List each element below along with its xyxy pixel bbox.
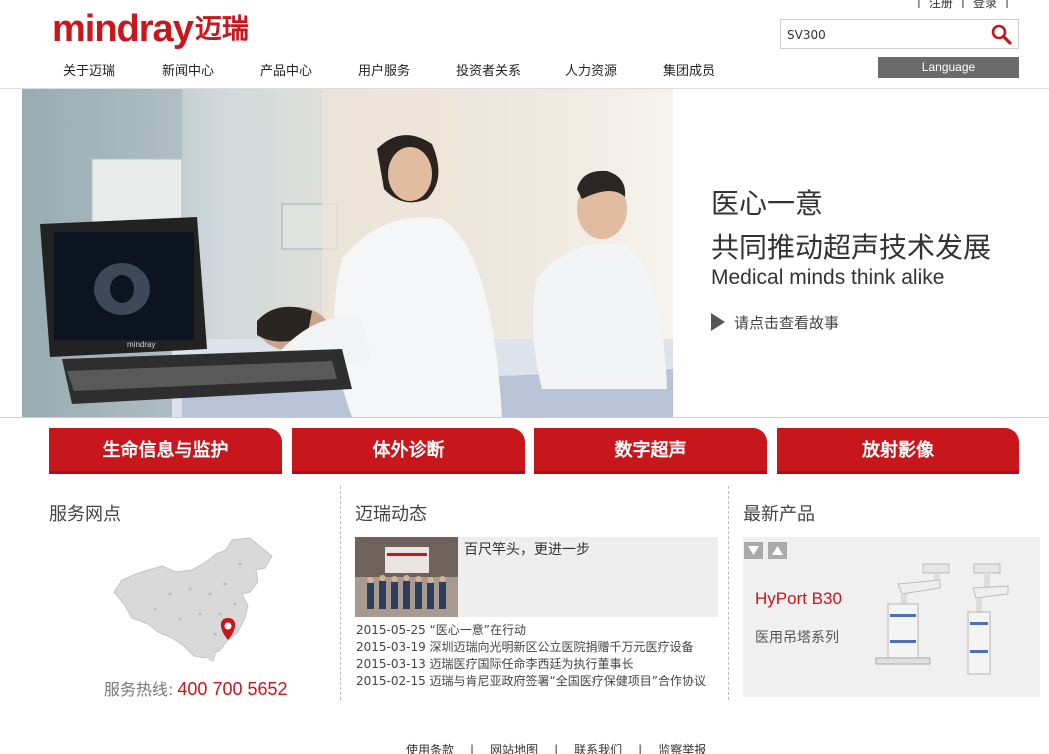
separator: |	[470, 743, 475, 754]
nav-item-investors[interactable]: 投资者关系	[456, 60, 521, 79]
separator: |	[638, 743, 643, 754]
column-divider	[728, 486, 729, 700]
prev-product-button[interactable]	[744, 542, 763, 559]
register-link[interactable]: 注册	[929, 0, 953, 11]
news-photo	[355, 537, 458, 617]
nav-item-about[interactable]: 关于迈瑞	[63, 60, 115, 79]
hotline-label: 服务热线:	[104, 680, 174, 699]
service-hotline[interactable]: 服务热线: 400 700 5652	[104, 676, 288, 700]
product-image[interactable]	[868, 562, 1034, 680]
news-list-item[interactable]: 2015-03-13 迈瑞医疗国际任命李西廷为执行董事长	[356, 656, 706, 673]
news-list: 2015-05-25 “医心一意”在行动 2015-03-19 深圳迈瑞向光明新…	[356, 622, 706, 690]
nav-item-news[interactable]: 新闻中心	[162, 60, 214, 79]
hotline-number: 400 700 5652	[177, 679, 288, 699]
device-brand-label: mindray	[127, 340, 155, 349]
banner-title-2: 共同推动超声技术发展	[711, 231, 992, 264]
separator: |	[1004, 0, 1009, 8]
nav-item-products[interactable]: 产品中心	[260, 60, 312, 79]
category-ultrasound[interactable]: 数字超声	[534, 428, 767, 474]
category-patient-monitoring[interactable]: 生命信息与监护	[49, 428, 282, 474]
news-list-item[interactable]: 2015-03-19 深圳迈瑞向光明新区公立医院捐赠千万元医疗设备	[356, 639, 706, 656]
nav-item-group[interactable]: 集团成员	[663, 60, 715, 79]
logo-text-en: mindray	[52, 8, 194, 50]
separator: |	[960, 0, 965, 8]
category-imaging[interactable]: 放射影像	[777, 428, 1019, 474]
footer-contact-link[interactable]: 联系我们	[574, 743, 622, 754]
service-title: 服务网点	[49, 504, 121, 525]
banner-photo[interactable]: mindray	[22, 89, 673, 417]
china-map-icon[interactable]	[110, 534, 275, 664]
news-thumbnail[interactable]	[355, 537, 458, 617]
play-triangle-icon	[711, 313, 725, 331]
login-link[interactable]: 登录	[973, 0, 997, 11]
logo-text-cn: 迈瑞	[194, 13, 249, 45]
banner-illustration: mindray	[22, 89, 673, 417]
mindray-logo[interactable]: mindray 迈瑞	[52, 8, 249, 50]
product-subtitle: 医用吊塔系列	[755, 630, 839, 646]
top-links: | 注册 | 登录 |	[909, 0, 1017, 11]
language-button[interactable]: Language	[878, 57, 1019, 78]
nav-item-user-service[interactable]: 用户服务	[358, 60, 410, 79]
banner-more-label: 请点击查看故事	[734, 313, 840, 332]
separator: |	[554, 743, 559, 754]
search-input[interactable]	[787, 26, 987, 44]
footer-terms-link[interactable]: 使用条款	[406, 743, 454, 754]
next-product-button[interactable]	[768, 542, 787, 559]
banner-title-1: 医心一意	[711, 187, 824, 220]
banner-subtitle-en: Medical minds think alike	[711, 266, 945, 289]
banner-more-link[interactable]: 请点击查看故事	[711, 312, 839, 332]
footer-links: 使用条款 | 网站地图 | 联系我们 | 监察举报	[406, 741, 706, 754]
category-ivd[interactable]: 体外诊断	[292, 428, 525, 474]
product-title: 最新产品	[743, 504, 815, 525]
separator: |	[916, 0, 921, 8]
search-icon[interactable]	[990, 23, 1012, 45]
news-headline[interactable]: 百尺竿头，更进一步	[464, 539, 590, 559]
arrow-down-icon	[748, 546, 759, 555]
news-list-item[interactable]: 2015-05-25 “医心一意”在行动	[356, 622, 706, 639]
product-name[interactable]: HyPort B30	[755, 589, 842, 609]
search-box	[780, 19, 1019, 49]
footer-sitemap-link[interactable]: 网站地图	[490, 743, 538, 754]
nav-item-hr[interactable]: 人力资源	[565, 60, 617, 79]
footer-report-link[interactable]: 监察举报	[658, 743, 706, 754]
news-list-item[interactable]: 2015-02-15 迈瑞与肯尼亚政府签署“全国医疗保健项目”合作协议	[356, 673, 706, 690]
news-title: 迈瑞动态	[355, 504, 427, 525]
column-divider	[340, 486, 341, 700]
arrow-up-icon	[772, 546, 783, 555]
page: mindray 迈瑞 | 注册 | 登录 | 关于迈瑞 新闻中心 产品中心 用户…	[0, 0, 1049, 754]
divider	[0, 417, 1049, 418]
